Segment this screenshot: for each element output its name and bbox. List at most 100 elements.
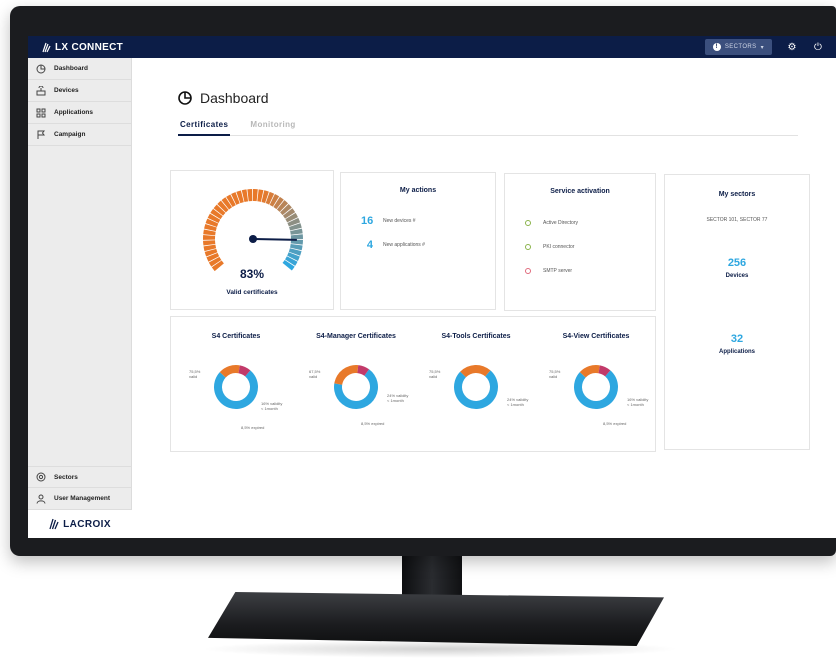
brand[interactable]: LX CONNECT [42,42,123,53]
gauge-segment [290,234,303,240]
service-activation-card: Service activation Active Directory PKI … [504,173,656,311]
gauge-percent: 83% [239,267,265,281]
sectors-dropdown-label: SECTORS [724,44,757,50]
chevron-down-icon: ▾ [760,44,764,51]
expired-label: 8,5% expired [603,421,627,426]
sidebar-item-label: Applications [54,109,94,116]
product-photo: LX CONNECT ! SECTORS ▾ ⚙ ⏻ Dashboard Dev… [0,0,836,662]
donut-block-s4: S4 Certificates 75,5% valid 16% validity… [171,317,301,457]
gauge-segment [203,240,216,246]
power-icon[interactable]: ⏻ [812,42,824,53]
devices-label: Devices [725,273,749,279]
sidebar-item-label: Devices [54,87,79,94]
lacroix-mark-icon [49,518,59,530]
sidebar-item-sectors[interactable]: Sectors [28,466,132,488]
tab-monitoring[interactable]: Monitoring [248,120,297,135]
soon-label: 24% validity < 1month [507,397,529,407]
main-content: Dashboard Certificates Monitoring 83% Va… [132,58,836,538]
donut-slice-1 [574,370,618,409]
dashboard-icon [36,64,46,73]
donut-slice-2 [334,365,359,385]
gauge-segment [247,189,253,202]
gauge-segment [203,235,216,240]
top-bar-actions: ! SECTORS ▾ ⚙ ⏻ [704,39,824,55]
donut-block-s4-tools: S4-Tools Certificates 75,5% valid 24% va… [411,317,541,457]
action-row-applications[interactable]: 4 New applications # [361,239,425,251]
sidebar-item-campaign[interactable]: Campaign [28,124,131,146]
valid-label: 75,5% valid [189,369,201,379]
status-ok-icon [525,244,531,250]
status-ok-icon [525,220,531,226]
footer-logo-text: LACROIX [63,518,111,530]
sidebar-item-label: Sectors [54,473,78,481]
lacroix-mark-icon [42,42,51,53]
gauge-segment [253,189,258,202]
lacroix-logo: LACROIX [28,510,132,538]
sidebar-item-user-management[interactable]: User Management [28,488,132,510]
status-off-icon [525,268,531,274]
sidebar-item-label: User Management [54,495,110,502]
sidebar-item-dashboard[interactable]: Dashboard [28,58,131,80]
my-sectors-title: My sectors [718,191,756,198]
gauge-needle [252,238,297,241]
page-title: Dashboard [200,90,269,106]
applications-count: 32 [730,333,744,345]
my-actions-title: My actions [399,187,437,194]
service-name: SMTP server [543,268,573,274]
tab-certificates[interactable]: Certificates [178,120,231,136]
applications-label: Applications [718,349,755,355]
sectors-icon [36,472,46,482]
info-icon: ! [712,43,721,51]
donut-chart [574,365,618,409]
sidebar: Dashboard Devices Applications Campaign … [28,58,132,538]
soon-label: 16% validity < 1month [627,397,649,407]
donut-block-s4-view: S4-View Certificates 75,5% valid 16% val… [531,317,661,457]
donut-slice-1 [454,370,498,409]
monitor-stand-base [208,592,664,646]
action-count: 4 [366,239,373,251]
page-header: Dashboard [178,90,269,106]
gauge-label: Valid certificates [226,289,278,296]
app-screen: LX CONNECT ! SECTORS ▾ ⚙ ⏻ Dashboard Dev… [28,36,836,538]
sidebar-item-applications[interactable]: Applications [28,102,131,124]
service-row[interactable]: Active Directory [525,220,578,226]
gauge-chart [203,189,303,272]
my-actions-card: My actions 16 New devices # 4 New applic… [340,172,496,310]
my-sectors-card: My sectors SECTOR 101, SECTOR 77 256 Dev… [664,174,810,450]
donut-chart [454,365,498,409]
valid-label: 75,5% valid [429,369,441,379]
sector-list: SECTOR 101, SECTOR 77 [706,217,768,223]
valid-label: 67,5% valid [309,369,321,379]
sidebar-item-label: Dashboard [54,65,88,72]
settings-icon[interactable]: ⚙ [786,42,798,53]
user-icon [36,494,46,504]
applications-icon [36,108,46,117]
devices-count: 256 [727,257,747,269]
sectors-dropdown[interactable]: ! SECTORS ▾ [704,39,772,55]
donut-block-s4-manager: S4-Manager Certificates 67,5% valid 24% … [291,317,421,457]
soon-label: 24% validity < 1month [387,393,409,403]
gauge-hub [249,235,257,243]
flag-icon [37,130,45,139]
valid-label: 75,5% valid [549,369,561,379]
sidebar-item-label: Campaign [54,131,86,138]
service-name: Active Directory [543,220,579,226]
soon-label: 16% validity < 1month [261,401,283,411]
dashboard-icon [178,91,192,105]
expired-label: 8,5% expired [361,421,385,426]
service-name: PKI connector [543,244,575,250]
brand-name: LX CONNECT [55,41,123,53]
devices-icon [36,85,46,95]
sidebar-item-devices[interactable]: Devices [28,80,131,102]
action-text: New devices # [383,218,416,224]
certificates-card: S4 Certificates 75,5% valid 16% validity… [170,316,656,452]
action-count: 16 [361,215,374,227]
action-text: New applications # [383,242,425,248]
action-row-devices[interactable]: 16 New devices # [361,215,416,227]
donut-slice-1 [214,370,258,409]
service-row[interactable]: PKI connector [525,244,574,250]
tab-bar: Certificates Monitoring [178,120,798,136]
monitor-bezel: LX CONNECT ! SECTORS ▾ ⚙ ⏻ Dashboard Dev… [10,6,836,556]
donut-chart [334,365,378,409]
service-row[interactable]: SMTP server [525,268,572,274]
